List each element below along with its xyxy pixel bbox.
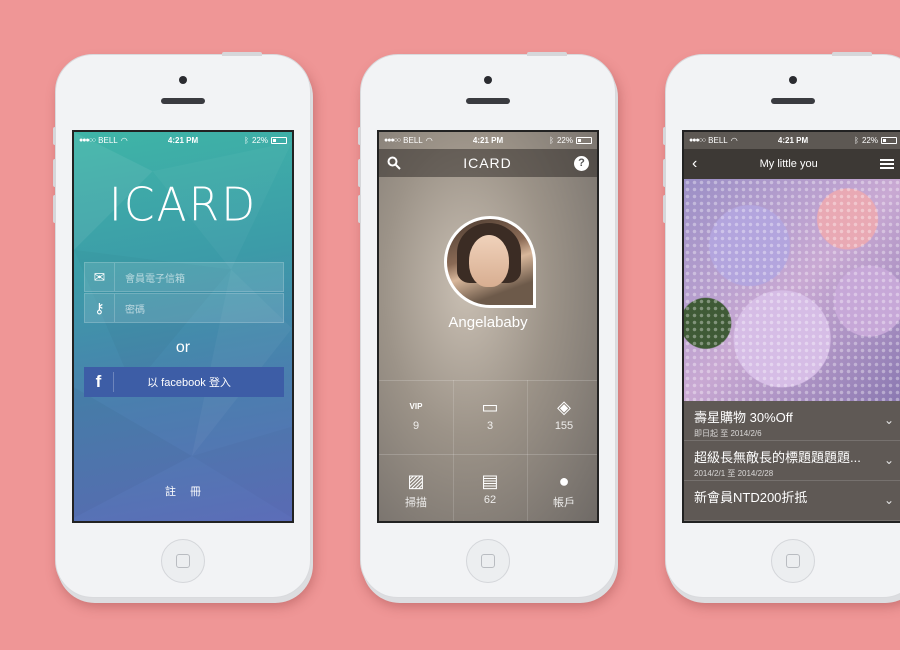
status-time: 4:21 PM xyxy=(777,136,809,145)
status-bar: ●●●○○ BELL ◠ 4:21 PM ᛒ 22% xyxy=(379,132,597,149)
speaker xyxy=(161,98,205,104)
search-icon[interactable] xyxy=(387,156,401,170)
home-button[interactable] xyxy=(161,539,205,583)
avatar[interactable] xyxy=(444,216,536,308)
speaker xyxy=(771,98,815,104)
profile-screen: ●●●○○ BELL ◠ 4:21 PM ᛒ 22% ICARD ? Angel… xyxy=(377,130,599,523)
login-screen: ●●●○○ BELL ◠ 4:21 PM ᛒ 22% ICARD ✉ 會員電子信… xyxy=(72,130,294,523)
deal-title: 壽星購物 30%Off xyxy=(694,410,793,425)
facebook-login-button[interactable]: f 以 facebook 登入 xyxy=(84,367,284,397)
deal-title: 超級長無敵長的標題題題題... xyxy=(694,450,861,465)
power-button xyxy=(832,52,872,56)
deal-date: 即日起 至 2014/2/6 xyxy=(694,429,762,438)
credit-card-icon: ▭ xyxy=(481,397,499,417)
deals-screen: ●●●○○ BELL ◠ 4:21 PM ᛒ 22% ‹ My little y… xyxy=(682,130,900,523)
power-button xyxy=(222,52,262,56)
orders-button[interactable]: ▤ 62 xyxy=(453,468,527,506)
phone-profile: ●●●○○ BELL ◠ 4:21 PM ᛒ 22% ICARD ? Angel… xyxy=(358,52,616,598)
chevron-down-icon[interactable]: ⌄ xyxy=(884,453,894,467)
volume-down-button xyxy=(663,195,666,223)
icard-logo: ICARD xyxy=(108,178,258,233)
mute-switch xyxy=(663,127,666,145)
card-stat[interactable]: ▭ 3 xyxy=(453,394,527,432)
deal-item[interactable]: 超級長無敵長的標題題題題... 2014/2/1 至 2014/2/28 ⌄ xyxy=(684,441,900,481)
status-bar: ●●●○○ BELL ◠ 4:21 PM ᛒ 22% xyxy=(684,132,900,149)
back-icon[interactable]: ‹ xyxy=(692,155,697,173)
mute-switch xyxy=(358,127,361,145)
volume-down-button xyxy=(53,195,56,223)
deals-nav-bar: ‹ My little you xyxy=(684,149,900,179)
battery-icon xyxy=(576,137,592,144)
deal-date: 2014/2/1 至 2014/2/28 xyxy=(694,469,774,478)
key-icon: ⚷ xyxy=(85,294,115,322)
home-square-icon xyxy=(176,554,190,568)
phone-login: ●●●○○ BELL ◠ 4:21 PM ᛒ 22% ICARD ✉ 會員電子信… xyxy=(53,52,311,598)
vip-stat[interactable]: VIP 9 xyxy=(379,394,453,432)
profile-nav-bar: ICARD ? xyxy=(379,149,597,177)
email-field[interactable]: ✉ 會員電子信箱 xyxy=(84,262,284,292)
card-count: 3 xyxy=(486,420,494,432)
status-bar: ●●●○○ BELL ◠ 4:21 PM ᛒ 22% xyxy=(74,132,292,149)
home-button[interactable] xyxy=(466,539,510,583)
phone-deals: ●●●○○ BELL ◠ 4:21 PM ᛒ 22% ‹ My little y… xyxy=(663,52,900,598)
user-name: Angelababy xyxy=(448,314,528,331)
tag-icon: ◈ xyxy=(557,397,571,417)
volume-up-button xyxy=(663,159,666,187)
tag-count: 155 xyxy=(554,420,574,432)
vip-count: 9 xyxy=(412,420,420,432)
tag-stat[interactable]: ◈ 155 xyxy=(527,394,597,432)
status-time: 4:21 PM xyxy=(167,136,199,145)
mute-switch xyxy=(53,127,56,145)
register-link[interactable]: 註冊 xyxy=(74,483,292,499)
account-button[interactable]: ● 帳戶 xyxy=(527,468,597,510)
envelope-icon: ✉ xyxy=(85,263,115,291)
hero-image xyxy=(684,179,900,401)
battery-icon xyxy=(881,137,897,144)
battery-icon xyxy=(271,137,287,144)
account-icon: ● xyxy=(558,471,570,491)
deal-item[interactable]: 新會員NTD200折抵 ⌄ xyxy=(684,481,900,521)
menu-icon[interactable] xyxy=(880,157,894,171)
chevron-down-icon[interactable]: ⌄ xyxy=(884,413,894,427)
email-placeholder: 會員電子信箱 xyxy=(125,273,185,285)
front-camera xyxy=(179,76,187,84)
scan-button[interactable]: ▨ 掃描 xyxy=(379,468,453,510)
password-placeholder: 密碼 xyxy=(125,304,145,316)
volume-up-button xyxy=(358,159,361,187)
scan-icon: ▨ xyxy=(407,471,425,491)
power-button xyxy=(527,52,567,56)
icard-logo: ICARD xyxy=(463,155,512,171)
front-camera xyxy=(484,76,492,84)
status-time: 4:21 PM xyxy=(472,136,504,145)
help-icon[interactable]: ? xyxy=(574,155,589,171)
account-label: 帳戶 xyxy=(553,497,575,509)
or-divider: or xyxy=(175,339,191,356)
vip-card-icon: VIP xyxy=(409,402,423,411)
orders-count: 62 xyxy=(483,494,497,506)
front-camera xyxy=(789,76,797,84)
home-square-icon xyxy=(481,554,495,568)
home-button[interactable] xyxy=(771,539,815,583)
scan-label: 掃描 xyxy=(405,497,427,509)
password-field[interactable]: ⚷ 密碼 xyxy=(84,293,284,323)
deal-title: 新會員NTD200折抵 xyxy=(694,490,808,505)
speaker xyxy=(466,98,510,104)
deal-item[interactable]: 壽星購物 30%Off 即日起 至 2014/2/6 ⌄ xyxy=(684,401,900,441)
chevron-down-icon[interactable]: ⌄ xyxy=(884,493,894,507)
facebook-login-label: 以 facebook 登入 xyxy=(147,377,231,389)
page-title: My little you xyxy=(759,158,818,170)
volume-up-button xyxy=(53,159,56,187)
facebook-icon: f xyxy=(84,372,114,392)
home-square-icon xyxy=(786,554,800,568)
cart-document-icon: ▤ xyxy=(481,471,499,491)
volume-down-button xyxy=(358,195,361,223)
